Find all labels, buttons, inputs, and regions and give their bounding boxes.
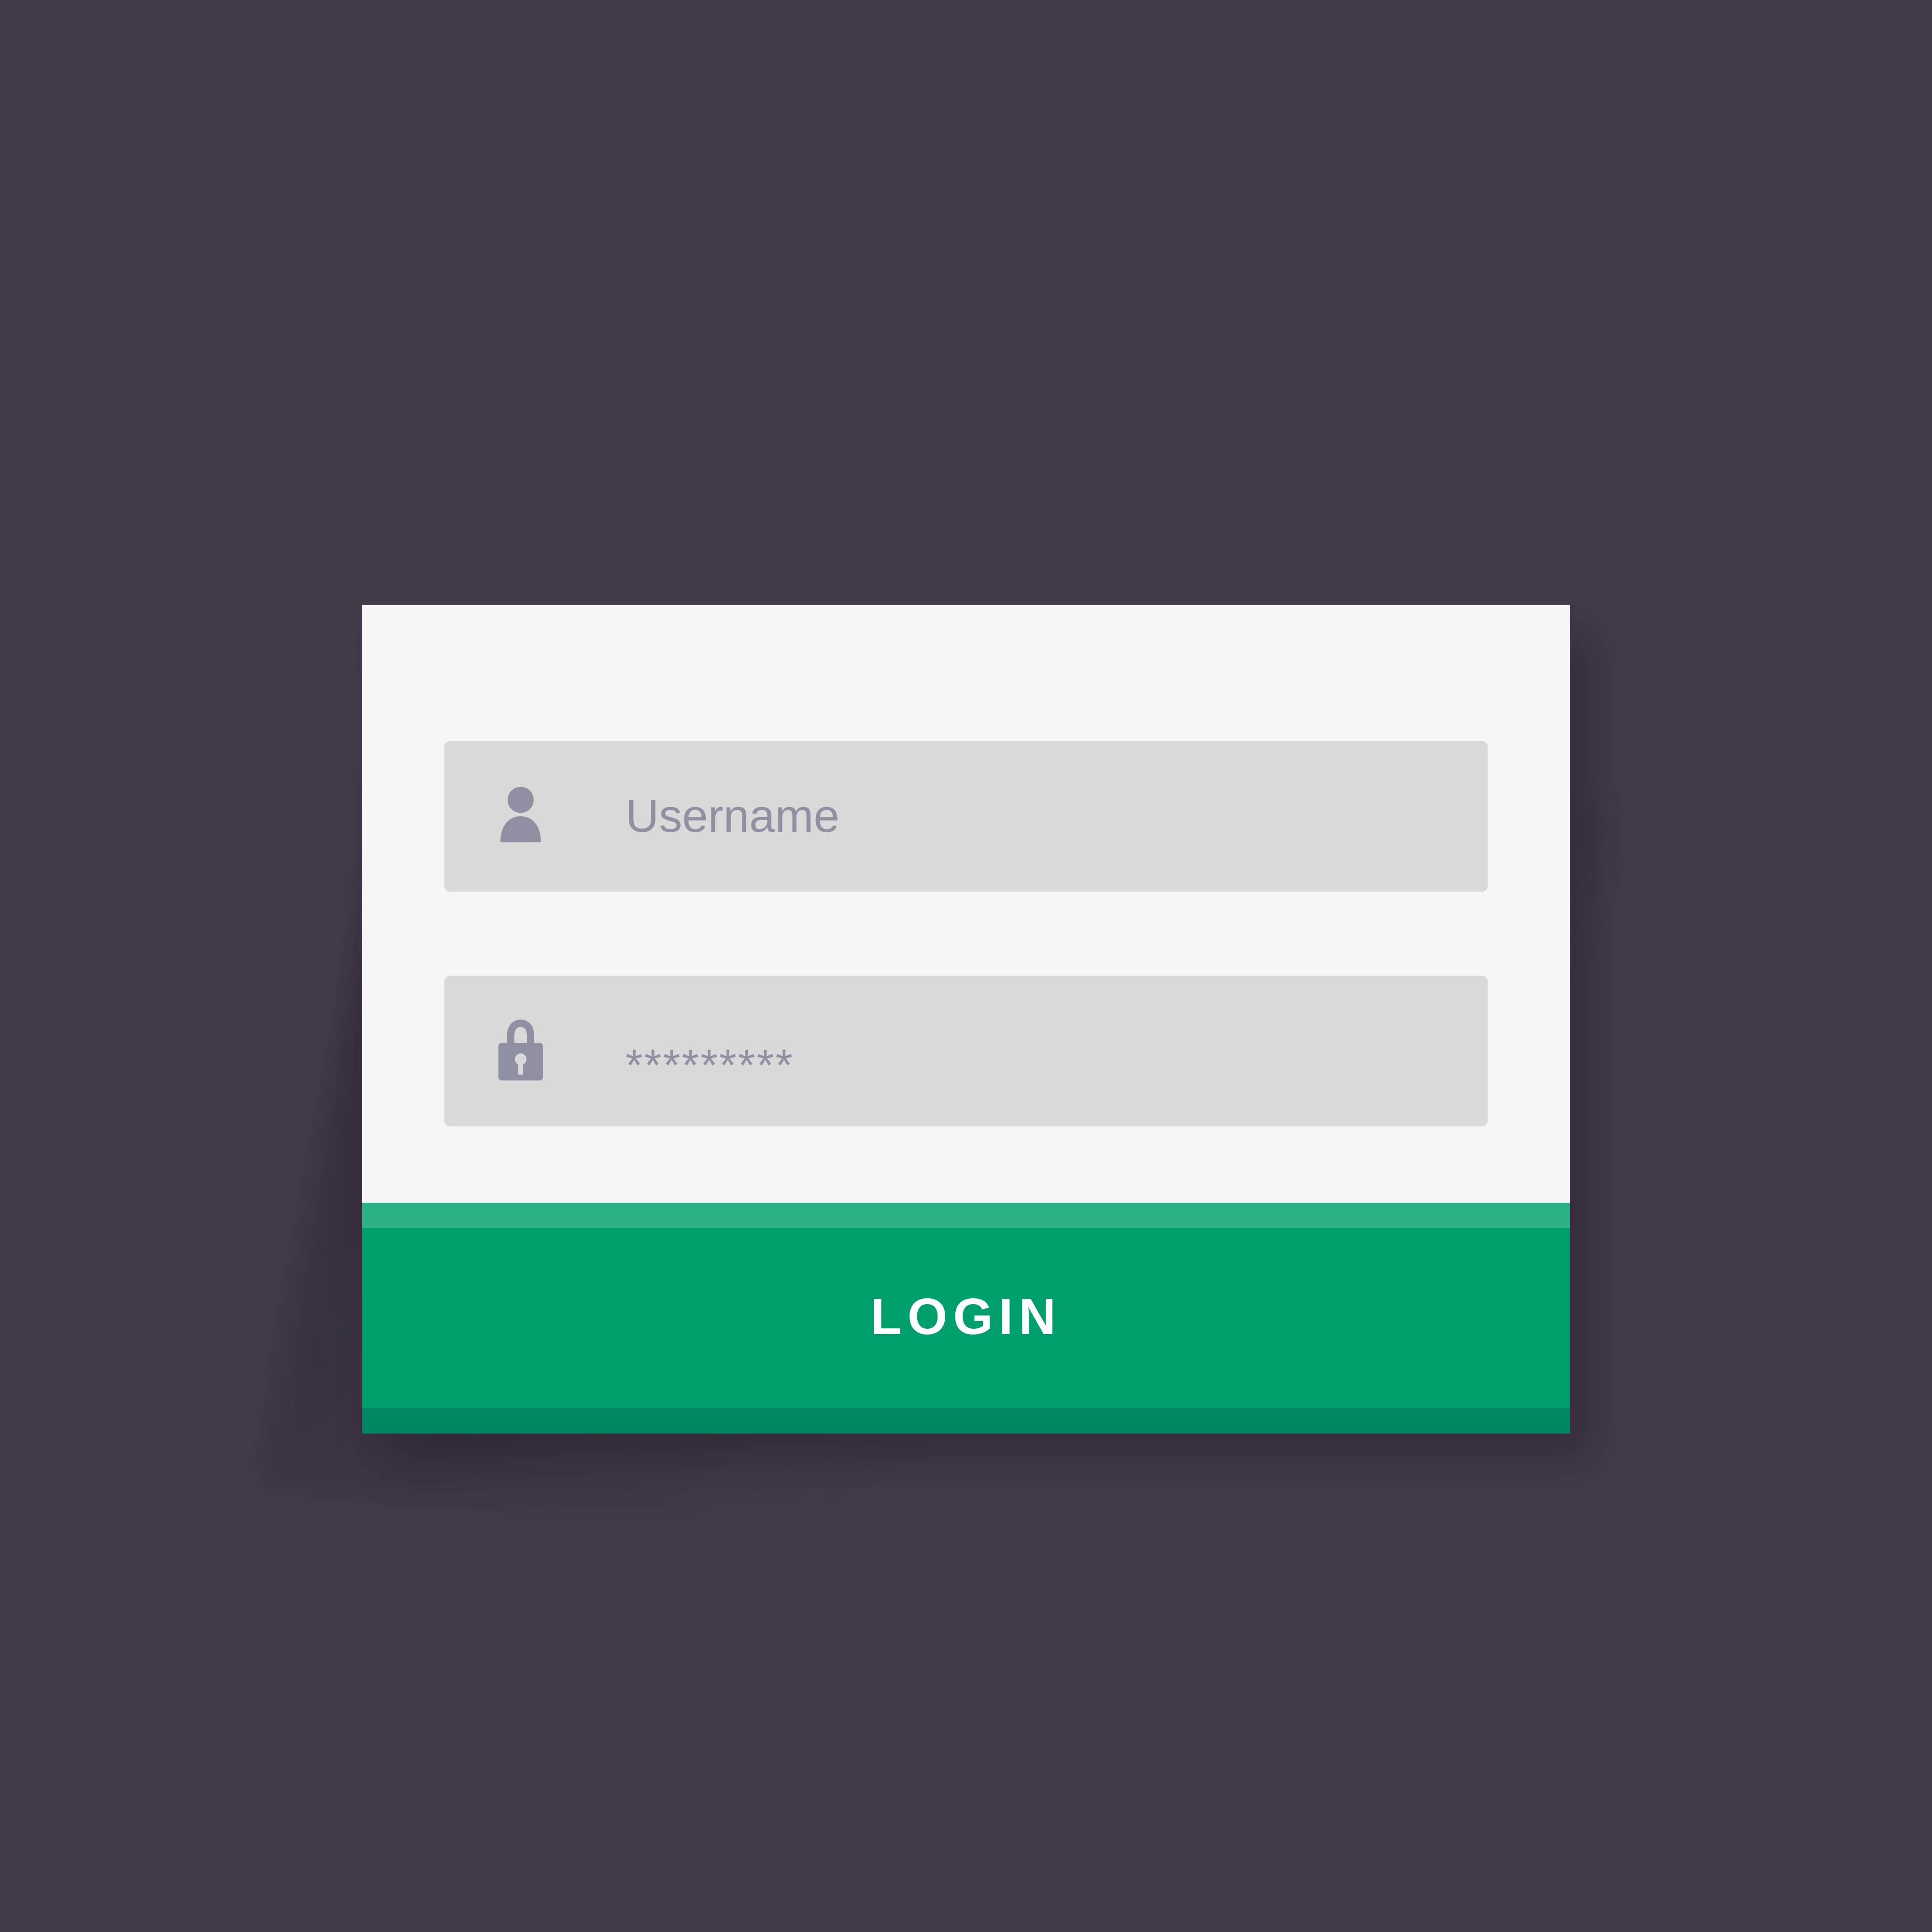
username-field[interactable]: Username <box>444 741 1488 892</box>
login-button-bottom-accent <box>362 1408 1570 1434</box>
lock-icon <box>492 1016 550 1084</box>
user-icon <box>492 781 550 849</box>
screen: Username ********* LOGIN <box>0 0 1932 1932</box>
login-button-top-accent <box>362 1203 1570 1228</box>
login-button[interactable]: LOGIN <box>362 1228 1570 1408</box>
username-placeholder: Username <box>625 790 839 842</box>
password-field[interactable]: ********* <box>444 976 1488 1126</box>
login-button-label: LOGIN <box>870 1288 1062 1345</box>
password-value: ********* <box>625 1041 795 1090</box>
login-card: Username ********* LOGIN <box>362 605 1570 1434</box>
